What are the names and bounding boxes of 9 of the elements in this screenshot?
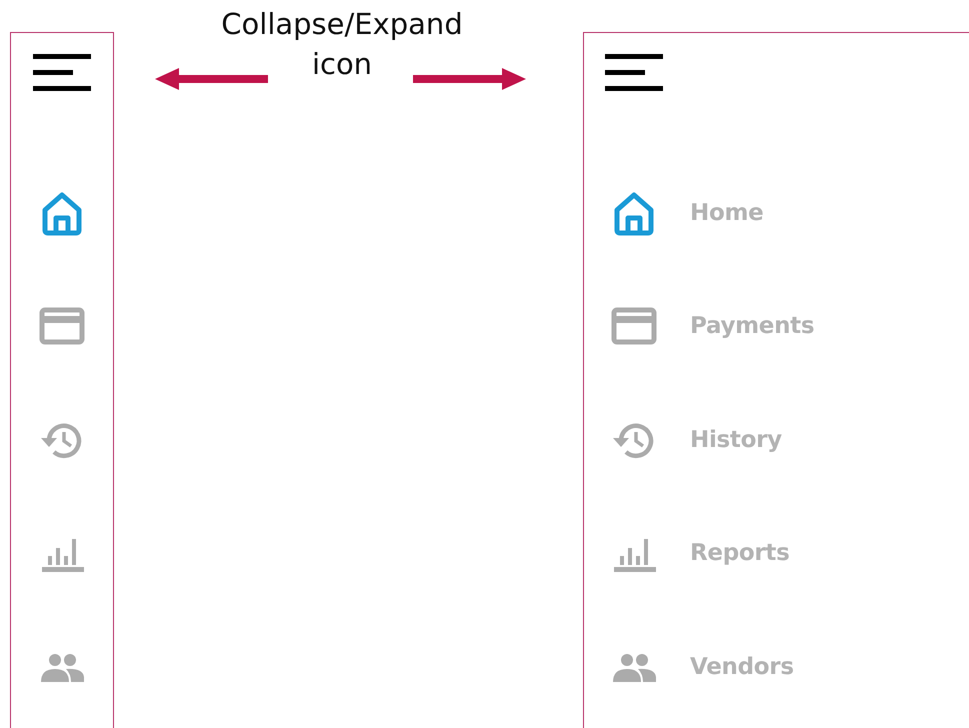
menu-icon[interactable] bbox=[605, 53, 663, 93]
annotation-label: Collapse/Expand bbox=[221, 6, 463, 43]
nav-link[interactable]: Vendors bbox=[690, 650, 794, 684]
nav-link[interactable]: Reports bbox=[690, 536, 790, 570]
nav-link[interactable]: Home bbox=[690, 196, 764, 230]
annotation-label: icon bbox=[312, 46, 372, 83]
menu-icon[interactable] bbox=[33, 53, 91, 93]
nav-link[interactable]: History bbox=[690, 422, 782, 457]
nav-link[interactable]: Payments bbox=[690, 309, 814, 344]
